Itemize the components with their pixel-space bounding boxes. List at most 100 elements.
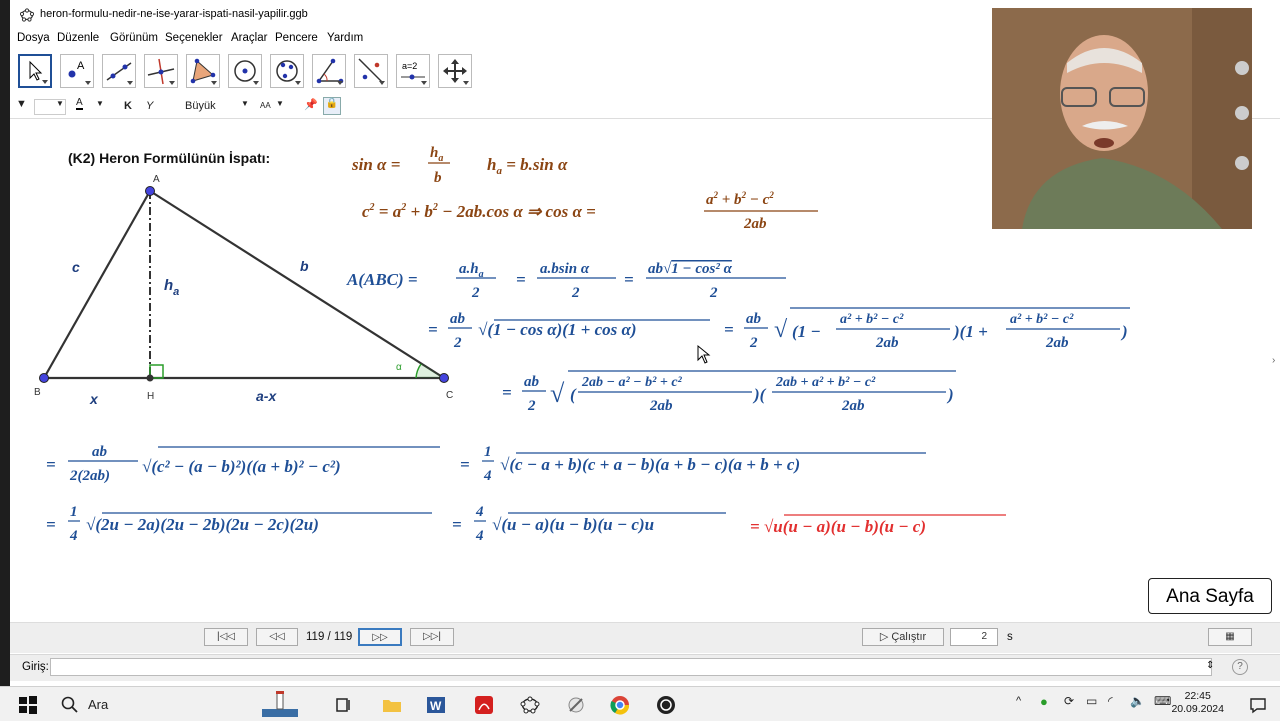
acrobat-icon[interactable] <box>474 695 494 715</box>
play-icon: ▷ <box>879 631 892 643</box>
home-button[interactable]: Ana Sayfa <box>1148 578 1272 614</box>
point-C[interactable] <box>439 373 449 383</box>
svg-text:4: 4 <box>483 468 492 484</box>
svg-text:2: 2 <box>571 285 580 301</box>
side-c <box>43 190 151 379</box>
move-tool[interactable] <box>18 54 52 88</box>
point-B[interactable] <box>39 373 49 383</box>
keyboard-toggle-button[interactable]: ▦ <box>1208 628 1252 646</box>
svg-text:=: = <box>624 270 634 289</box>
obs-icon[interactable] <box>656 695 676 715</box>
play-label: Çalıştır <box>891 631 927 643</box>
label-ha: ha <box>164 277 179 298</box>
clock[interactable]: 22:45 20.09.2024 <box>1171 690 1224 716</box>
reflect-tool[interactable] <box>354 54 388 88</box>
italic-button[interactable]: Y <box>146 100 153 112</box>
input-scroll-icon[interactable]: ⇕ <box>1206 660 1214 671</box>
tray-sync-icon[interactable]: ⟳ <box>1064 694 1074 708</box>
menu-araclar[interactable]: Araçlar <box>231 32 267 44</box>
svg-text:√(2u − 2a)(2u − 2b)(2u − 2c)(2: √(2u − 2a)(2u − 2b)(2u − 2c)(2u) <box>86 515 319 534</box>
previous-step-button[interactable]: ◁◁ <box>256 628 298 646</box>
color-dropdown-icon[interactable]: ▼ <box>56 99 64 108</box>
svg-text:2: 2 <box>453 335 462 351</box>
move-graphics-view-tool[interactable] <box>438 54 472 88</box>
notifications-icon[interactable] <box>1248 695 1268 715</box>
geogebra-classic-icon[interactable] <box>566 695 586 715</box>
text-size-select[interactable]: Büyük <box>185 100 216 112</box>
aa-dropdown-icon[interactable]: ▼ <box>276 99 284 108</box>
menu-pencere[interactable]: Pencere <box>275 32 318 44</box>
svg-text:4: 4 <box>475 504 484 520</box>
text-color-icon[interactable]: A <box>76 97 83 110</box>
svg-text:sin α =: sin α = <box>351 155 400 174</box>
svg-text:=: = <box>516 270 526 289</box>
volume-icon[interactable]: 🔈 <box>1130 694 1145 708</box>
file-explorer-icon[interactable] <box>382 695 402 715</box>
svg-text:a² + b² − c²: a² + b² − c² <box>1010 312 1074 327</box>
svg-text:1: 1 <box>70 504 78 520</box>
geogebra-icon <box>20 8 34 22</box>
tray-chevron-icon[interactable]: ^ <box>1016 695 1021 707</box>
lighthouse-widget-icon[interactable] <box>262 689 298 717</box>
label-x: x <box>89 391 99 407</box>
keyboard-layout-icon[interactable]: ⌨ <box>1154 694 1171 708</box>
chrome-icon[interactable] <box>610 695 630 715</box>
tray-app-icon[interactable]: ● <box>1040 694 1048 709</box>
polygon-tool[interactable] <box>186 54 220 88</box>
angle-tool[interactable] <box>312 54 346 88</box>
stylebar-toggle-icon[interactable]: ▼ <box>16 98 27 110</box>
perpendicular-line-tool[interactable] <box>144 54 178 88</box>
point-A[interactable] <box>145 186 155 196</box>
task-view-icon[interactable] <box>334 695 354 715</box>
next-step-button[interactable]: ▷▷ <box>358 628 402 646</box>
wifi-icon[interactable]: ◜ <box>1108 694 1113 708</box>
svg-text:2ab: 2ab <box>743 216 767 232</box>
svg-text:a2 + b2 − c2: a2 + b2 − c2 <box>706 190 774 208</box>
svg-text:ha: ha <box>430 145 443 164</box>
label-side-b: b <box>300 258 309 274</box>
label-alpha: α <box>396 362 402 373</box>
windows-start-icon[interactable] <box>18 695 38 715</box>
text-size-dropdown-icon[interactable]: ▼ <box>241 99 249 108</box>
svg-text:2ab: 2ab <box>1045 335 1069 351</box>
menu-yardim[interactable]: Yardım <box>327 32 363 44</box>
circle-three-points-tool[interactable] <box>270 54 304 88</box>
svg-text:√: √ <box>550 379 565 408</box>
battery-icon[interactable]: ▭ <box>1086 694 1097 708</box>
speed-spinner[interactable]: 2 <box>950 628 998 646</box>
menu-duzenle[interactable]: Düzenle <box>57 32 99 44</box>
menu-dosya[interactable]: Dosya <box>17 32 50 44</box>
point-tool[interactable]: A <box>60 54 94 88</box>
text-color-dropdown-icon[interactable]: ▼ <box>96 99 104 108</box>
clock-date: 20.09.2024 <box>1171 703 1224 715</box>
svg-text:=: = <box>46 515 56 534</box>
circle-center-point-tool[interactable] <box>228 54 262 88</box>
hand-cursor-icon <box>697 344 711 364</box>
pin-icon[interactable]: 📌 <box>304 98 318 111</box>
help-icon[interactable]: ? <box>1232 659 1248 675</box>
word-icon[interactable]: W <box>426 695 446 715</box>
aa-button[interactable]: AA <box>260 101 271 110</box>
point-H[interactable] <box>146 374 154 382</box>
bold-button[interactable]: K <box>124 100 132 112</box>
menu-secenekler[interactable]: Seçenekler <box>165 32 223 44</box>
slider-tool[interactable]: a=2 <box>396 54 430 88</box>
taskbar-search-box[interactable]: Ara <box>88 697 108 712</box>
proof-title: (K2) Heron Formülünün İspatı: <box>68 150 270 166</box>
svg-text:ha = b.sin α: ha = b.sin α <box>487 155 568 177</box>
play-button[interactable]: ▷ Çalıştır <box>862 628 944 646</box>
input-field[interactable] <box>50 658 1212 676</box>
panel-collapse-icon[interactable]: › <box>1272 355 1275 366</box>
menu-gorunum[interactable]: Görünüm <box>110 32 158 44</box>
webcam-overlay <box>992 8 1252 229</box>
lock-icon[interactable]: 🔒 <box>323 97 341 115</box>
svg-text:= √u(u − a)(u − b)(u − c): = √u(u − a)(u − b)(u − c) <box>750 517 926 536</box>
geogebra-taskbar-icon[interactable] <box>520 695 540 715</box>
search-icon[interactable] <box>60 695 80 715</box>
label-B: B <box>34 387 41 398</box>
first-step-button[interactable]: |◁◁ <box>204 628 248 646</box>
svg-text:ab: ab <box>92 444 108 460</box>
line-tool[interactable] <box>102 54 136 88</box>
svg-text:b: b <box>434 170 442 186</box>
last-step-button[interactable]: ▷▷| <box>410 628 454 646</box>
